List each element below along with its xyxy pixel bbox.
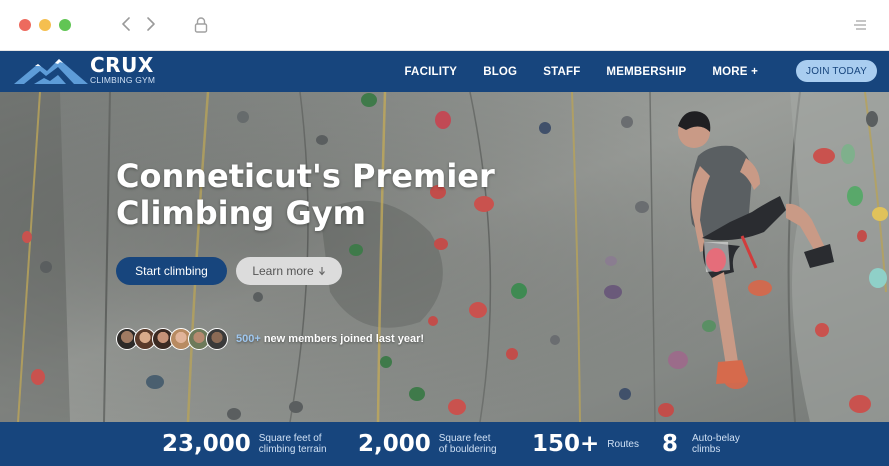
nav-link-staff[interactable]: STAFF — [530, 66, 593, 78]
nav-link-more[interactable]: MORE + — [699, 66, 771, 78]
stat-label: Square feet of climbing terrain — [259, 433, 327, 455]
stat-terrain: 23,000 Square feet of climbing terrain — [162, 422, 327, 466]
stat-label-line: climbs — [692, 444, 721, 455]
stat-label: Auto-belay climbs — [692, 433, 740, 455]
stat-label-line: Auto-belay — [692, 433, 740, 444]
stat-label-line: of bouldering — [438, 444, 497, 455]
members-social-proof: 500+ new members joined last year! — [116, 328, 424, 350]
browser-window: CRUX CLIMBING GYM FACILITY BLOG STAFF ME… — [0, 0, 889, 466]
logo-subtitle: CLIMBING GYM — [90, 75, 156, 86]
close-window-button[interactable] — [19, 19, 31, 31]
members-caption: new members joined last year! — [260, 333, 425, 345]
learn-more-button[interactable]: Learn more — [236, 257, 342, 285]
nav-link-membership[interactable]: MEMBERSHIP — [593, 66, 699, 78]
stat-label-line: Square feet — [438, 433, 491, 444]
arrow-down-icon — [318, 267, 325, 276]
minimize-window-button[interactable] — [39, 19, 51, 31]
logo[interactable]: CRUX CLIMBING GYM — [14, 55, 155, 85]
nav-link-blog[interactable]: BLOG — [470, 66, 530, 78]
stat-label: Square feet of bouldering — [439, 433, 497, 455]
chevron-left-icon[interactable] — [121, 14, 131, 34]
site-header: CRUX CLIMBING GYM FACILITY BLOG STAFF ME… — [0, 51, 889, 92]
stat-routes: 150+ Routes — [532, 422, 639, 466]
avatar — [206, 328, 228, 350]
members-text: 500+ new members joined last year! — [236, 333, 424, 345]
hero-title: Conneticut's Premier Climbing Gym — [116, 157, 495, 232]
sidebar-menu-icon[interactable] — [853, 19, 867, 31]
nav-link-facility[interactable]: FACILITY — [391, 66, 470, 78]
maximize-window-button[interactable] — [59, 19, 71, 31]
stat-bouldering: 2,000 Square feet of bouldering — [358, 422, 497, 466]
logo-text: CRUX CLIMBING GYM — [90, 55, 155, 85]
stat-value: 150+ — [532, 431, 600, 457]
chevron-right-icon[interactable] — [146, 14, 156, 34]
avatar-group — [116, 328, 228, 350]
stat-label-line: Routes — [607, 438, 639, 450]
mountain-logo-icon — [14, 59, 88, 84]
stat-value: 23,000 — [162, 431, 251, 457]
stat-auto-belay: 8 Auto-belay climbs — [662, 422, 740, 466]
lock-icon — [194, 17, 208, 33]
logo-name: CRUX — [90, 53, 154, 78]
stat-label: Routes — [607, 439, 639, 450]
window-controls — [19, 19, 71, 31]
stat-label-line: Square feet of — [258, 433, 322, 444]
main-nav: FACILITY BLOG STAFF MEMBERSHIP MORE + — [391, 51, 771, 92]
stats-bar: 23,000 Square feet of climbing terrain 2… — [0, 422, 889, 466]
members-count: 500+ — [236, 333, 261, 345]
join-today-button[interactable]: JOIN TODAY — [796, 60, 877, 82]
stat-value: 2,000 — [358, 431, 431, 457]
learn-more-label: Learn more — [252, 264, 314, 278]
hero-section: Conneticut's Premier Climbing Gym Start … — [0, 92, 889, 422]
browser-toolbar — [0, 0, 889, 51]
stat-value: 8 — [662, 431, 679, 457]
start-climbing-button[interactable]: Start climbing — [116, 257, 227, 285]
stat-label-line: climbing terrain — [258, 444, 327, 455]
